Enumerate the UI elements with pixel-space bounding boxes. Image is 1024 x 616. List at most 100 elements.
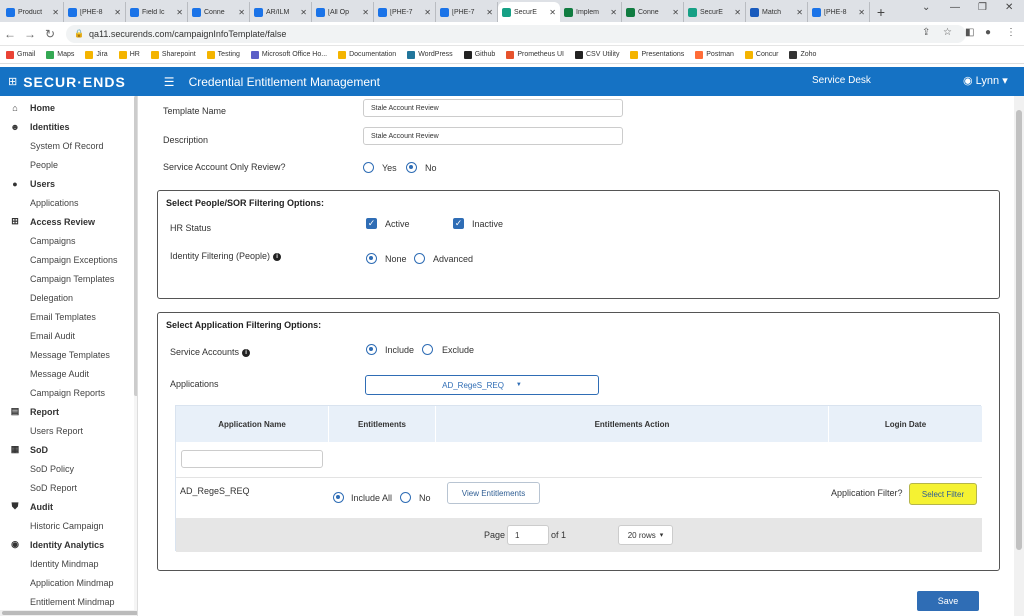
browser-tab[interactable]: SecurE ✕ (498, 2, 560, 22)
bookmark-item[interactable]: HR (118, 50, 140, 59)
browser-tab[interactable]: Implem ✕ (560, 2, 622, 22)
sidebar-item[interactable]: Campaign Templates (0, 269, 137, 288)
sidebar-item[interactable]: Historic Campaign (0, 516, 137, 535)
tab-close-icon[interactable]: ✕ (114, 8, 121, 17)
sidebar-section[interactable]: ▦ SoD (0, 440, 137, 459)
tab-close-icon[interactable]: ✕ (610, 8, 617, 17)
user-menu[interactable]: ◉ Lynn ▾ (963, 74, 1008, 87)
bookmark-item[interactable]: Microsoft Office Ho... (250, 50, 327, 59)
tab-close-icon[interactable]: ✕ (300, 8, 307, 17)
identity-none-radio[interactable] (366, 253, 377, 264)
sidebar-section[interactable]: ☻ Identities (0, 117, 137, 136)
identity-advanced-radio[interactable] (414, 253, 425, 264)
bookmark-item[interactable]: Zoho (789, 50, 816, 59)
sidebar-item[interactable]: Message Audit (0, 364, 137, 383)
browser-tab[interactable]: AR/ILM ✕ (250, 2, 312, 22)
tab-close-icon[interactable]: ✕ (52, 8, 59, 17)
sidebar-item[interactable]: Delegation (0, 288, 137, 307)
url-bar[interactable]: 🔒 qa11.securends.com/campaignInfoTemplat… (66, 24, 966, 43)
tab-close-icon[interactable]: ✕ (858, 8, 865, 17)
tab-close-icon[interactable]: ✕ (734, 8, 741, 17)
sidebar-item[interactable]: SoD Report (0, 478, 137, 497)
sidebar-section[interactable]: ⛊ Audit (0, 497, 137, 516)
bookmark-item[interactable]: Jira (85, 50, 108, 59)
info-icon[interactable]: i (242, 348, 251, 357)
tab-close-icon[interactable]: ✕ (424, 8, 431, 17)
service-only-no-radio[interactable] (406, 162, 417, 173)
info-icon[interactable]: i (273, 252, 282, 261)
tab-close-icon[interactable]: ✕ (672, 8, 679, 17)
sidebar-item[interactable]: Entitlement Mindmap (0, 592, 137, 611)
sidebar-section[interactable]: ◉ Identity Analytics (0, 535, 137, 554)
tab-close-icon[interactable]: ✕ (796, 8, 803, 17)
browser-tab[interactable]: [All Op ✕ (312, 2, 374, 22)
service-include-radio[interactable] (366, 344, 377, 355)
bookmark-item[interactable]: Presentations (630, 50, 684, 59)
tab-close-icon[interactable]: ✕ (486, 8, 493, 17)
application-name-filter-input[interactable] (181, 450, 323, 468)
sidebar-scroll-thumb[interactable] (134, 96, 137, 396)
window-close-icon[interactable]: ✕ (1005, 2, 1013, 13)
bookmark-item[interactable]: Postman (695, 50, 734, 59)
chevron-down-icon[interactable]: ⌄ (922, 2, 930, 13)
tab-close-icon[interactable]: ✕ (362, 8, 369, 17)
sidebar-item[interactable]: Campaigns (0, 231, 137, 250)
new-tab-icon[interactable]: + (870, 2, 892, 22)
sidebar-horizontal-scrollbar[interactable] (0, 610, 137, 616)
sidebar-section[interactable]: ⌂ Home (0, 98, 137, 117)
bookmark-item[interactable]: CSV Utility (575, 50, 619, 59)
service-exclude-radio[interactable] (422, 344, 433, 355)
sidebar-item[interactable]: System Of Record (0, 136, 137, 155)
forward-icon[interactable]: → (20, 27, 40, 41)
bookmark-item[interactable]: Prometheus UI (506, 50, 564, 59)
browser-tab[interactable]: [PHE-8 ✕ (64, 2, 126, 22)
share-icon[interactable]: ⇪ (922, 27, 930, 38)
sidebar-item[interactable]: Campaign Reports (0, 383, 137, 402)
browser-tab[interactable]: [PHE-7 ✕ (374, 2, 436, 22)
bookmark-item[interactable]: Sharepoint (150, 50, 196, 59)
lock-icon[interactable]: 🔒 (74, 29, 84, 38)
minimize-icon[interactable]: — (950, 2, 960, 13)
page-number-input[interactable]: 1 (507, 525, 549, 545)
bookmark-item[interactable]: Testing (206, 50, 240, 59)
description-input[interactable]: Stale Account Review (363, 127, 623, 145)
browser-tab[interactable]: Product ✕ (2, 2, 64, 22)
browser-tab[interactable]: Field Ic ✕ (126, 2, 188, 22)
sidebar-section[interactable]: ▤ Report (0, 402, 137, 421)
browser-tab[interactable]: SecurE ✕ (684, 2, 746, 22)
sidebar-item[interactable]: Application Mindmap (0, 573, 137, 592)
sidebar-hscroll-thumb[interactable] (2, 611, 137, 615)
view-entitlements-button[interactable]: View Entitlements (447, 482, 540, 504)
sidebar-item[interactable]: Message Templates (0, 345, 137, 364)
sidebar-section[interactable]: ● Users (0, 174, 137, 193)
back-icon[interactable]: ← (0, 27, 20, 41)
apps-grid-icon[interactable]: ⊞ (8, 75, 17, 88)
service-desk-link[interactable]: Service Desk (812, 75, 871, 86)
template-name-input[interactable]: Stale Account Review (363, 99, 623, 117)
bookmark-item[interactable]: Maps (46, 50, 74, 59)
sidebar-item[interactable]: Identity Mindmap (0, 554, 137, 573)
sidebar-item[interactable]: Users Report (0, 421, 137, 440)
entitlements-no-radio[interactable] (400, 492, 411, 503)
browser-tab[interactable]: Conne ✕ (188, 2, 250, 22)
star-icon[interactable]: ☆ (943, 27, 952, 38)
save-button[interactable]: Save (917, 591, 979, 611)
active-checkbox[interactable]: ✓ (366, 218, 377, 229)
browser-tab[interactable]: Conne ✕ (622, 2, 684, 22)
sidebar-item[interactable]: Campaign Exceptions (0, 250, 137, 269)
sidebar-item[interactable]: Email Templates (0, 307, 137, 326)
include-all-radio[interactable] (333, 492, 344, 503)
sidebar-item[interactable]: People (0, 155, 137, 174)
sidebar-item[interactable]: SoD Policy (0, 459, 137, 478)
page-scroll-thumb[interactable] (1016, 110, 1022, 550)
select-filter-button[interactable]: Select Filter (909, 483, 977, 505)
profile-icon[interactable]: ● (985, 27, 991, 38)
rows-per-page-select[interactable]: 20 rows ▾ (618, 525, 673, 545)
sidepanel-icon[interactable]: ◧ (965, 27, 974, 38)
browser-tab[interactable]: [PHE-8 ✕ (808, 2, 870, 22)
hamburger-menu-icon[interactable]: ☰ (164, 75, 175, 89)
tab-close-icon[interactable]: ✕ (176, 8, 183, 17)
sidebar-item[interactable]: Email Audit (0, 326, 137, 345)
sidebar-section[interactable]: ⊞ Access Review (0, 212, 137, 231)
sidebar-item[interactable]: Applications (0, 193, 137, 212)
